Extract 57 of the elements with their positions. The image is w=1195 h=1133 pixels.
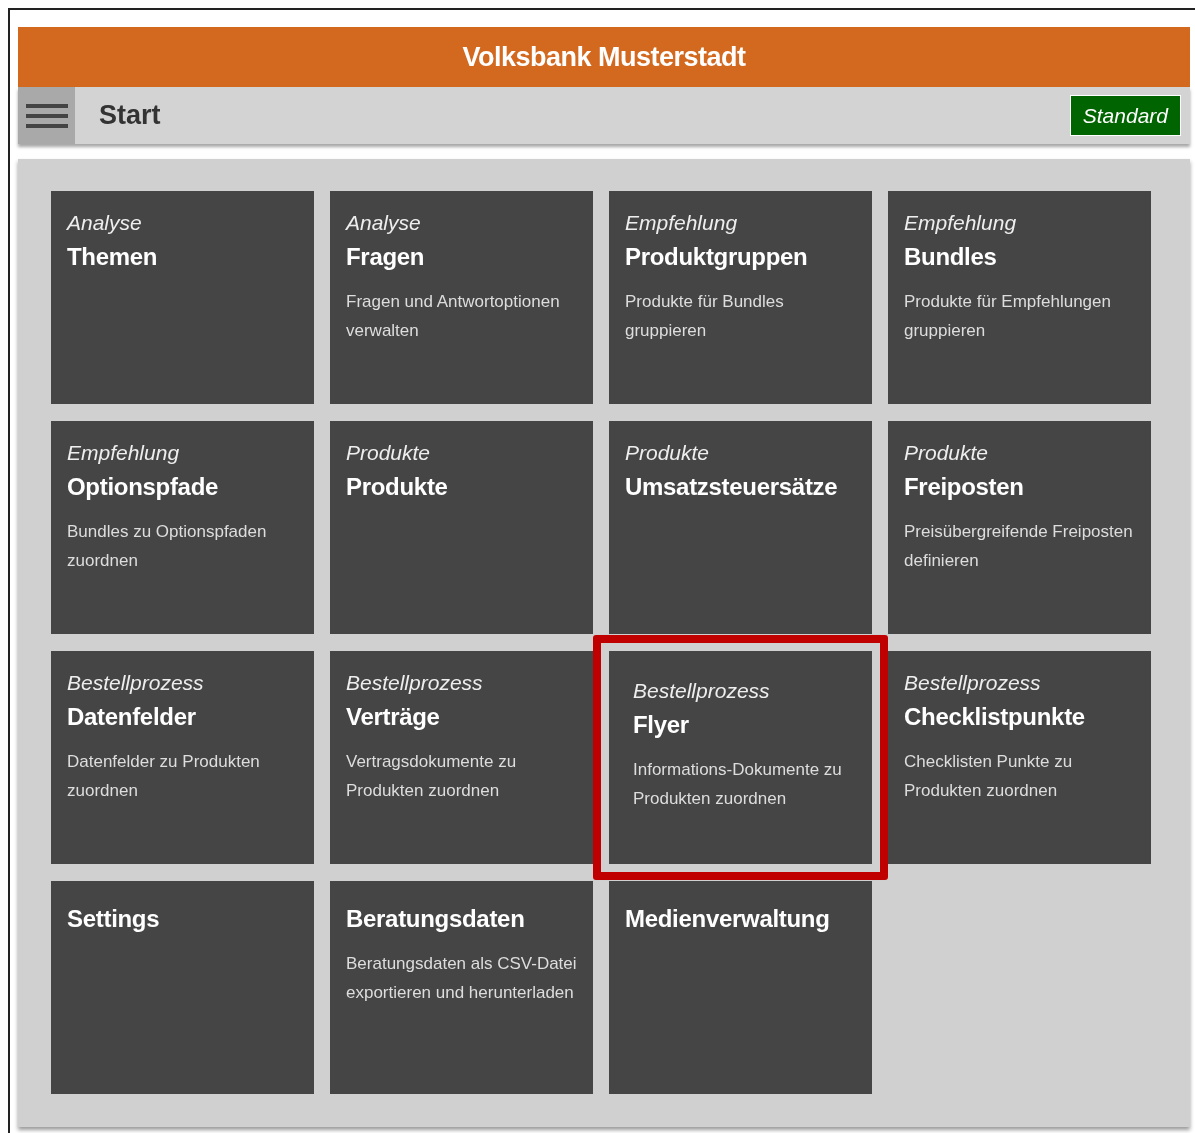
page-title: Start	[99, 99, 161, 133]
tile-title: Bundles	[904, 243, 998, 271]
tile-description: Bundles zu Optionspfaden zuordnen	[67, 521, 268, 572]
tile-title: Settings	[67, 905, 161, 933]
tile-description: Vertragsdokumente zu Produkten zuordnen	[346, 751, 518, 802]
menu-tile[interactable]: Produkte Produkte	[330, 421, 593, 634]
tile-title: Datenfelder	[67, 703, 197, 731]
tile-category: Produkte	[346, 441, 432, 465]
tile-description: Informations-Dokumente zu Produkten zuordnen	[633, 759, 843, 810]
menu-tile[interactable]: Empfehlung Produktgruppen Produkte für Bundles gruppieren	[609, 191, 872, 404]
tile-title: Themen	[67, 243, 159, 271]
menu-tile[interactable]: Analyse Themen	[51, 191, 314, 404]
menu-tile[interactable]: Bestellprozess Flyer Informations-Dokumente zu Produkten zuordnen	[593, 635, 888, 880]
tile-title: Umsatzsteuersätze	[625, 473, 839, 501]
menu-tile[interactable]: Medienverwaltung	[609, 881, 872, 1094]
menu-tile[interactable]: Produkte Umsatzsteuersätze	[609, 421, 872, 634]
tile-description: Checklisten Punkte zu Produkten zuordnen	[904, 751, 1074, 802]
tile-category: Bestellprozess	[904, 671, 1042, 695]
menu-tile[interactable]: Bestellprozess Verträge Vertragsdokumente zu Produkten zuordnen	[330, 651, 593, 864]
tile-title: Fragen	[346, 243, 426, 271]
menu-tile[interactable]: Settings	[51, 881, 314, 1094]
menu-button[interactable]	[18, 87, 75, 144]
tile-description: Produkte für Bundles gruppieren	[625, 291, 785, 342]
tile-title: Medienverwaltung	[625, 905, 831, 933]
tile-title: Beratungsdaten	[346, 905, 526, 933]
tile-description: Preisübergreifende Freiposten definieren	[904, 521, 1134, 572]
tile-title: Checklistpunkte	[904, 703, 1086, 731]
tile-title: Verträge	[346, 703, 441, 731]
tile-category: Analyse	[67, 211, 143, 235]
menu-tile[interactable]: Beratungsdaten Beratungsdaten als CSV-Datei exportieren und herunterladen	[330, 881, 593, 1094]
menu-icon	[25, 102, 68, 129]
tile-category: Analyse	[346, 211, 422, 235]
tile-title: Produkte	[346, 473, 449, 501]
tile-description: Beratungsdaten als CSV-Datei exportieren und herunterladen	[346, 953, 577, 1004]
tile-title: Flyer	[633, 711, 690, 739]
menu-tile[interactable]: Bestellprozess Checklistpunkte Checklisten Punkte zu Produkten zuordnen	[888, 651, 1151, 864]
tile-title: Freiposten	[904, 473, 1025, 501]
tile-category: Empfehlung	[904, 211, 1018, 235]
tile-description: Fragen und Antwortoptionen verwalten	[346, 291, 561, 342]
tile-title: Optionspfade	[67, 473, 220, 501]
menu-tile[interactable]: Empfehlung Optionspfade Bundles zu Optionspfaden zuordnen	[51, 421, 314, 634]
tile-category: Empfehlung	[67, 441, 181, 465]
tile-description: Datenfelder zu Produkten zuordnen	[67, 751, 261, 802]
tile-category: Bestellprozess	[346, 671, 484, 695]
tile-title: Produktgruppen	[625, 243, 809, 271]
mode-badge: Standard	[1069, 94, 1181, 137]
tile-category: Produkte	[625, 441, 711, 465]
tile-category: Bestellprozess	[67, 671, 205, 695]
tile-category: Bestellprozess	[633, 679, 771, 703]
menu-tile[interactable]: Analyse Fragen Fragen und Antwortoptionen verwalten	[330, 191, 593, 404]
menu-tile[interactable]: Produkte Freiposten Preisübergreifende Freiposten definieren	[888, 421, 1151, 634]
tile-category: Produkte	[904, 441, 990, 465]
menu-tile[interactable]: Empfehlung Bundles Produkte für Empfehlungen gruppieren	[888, 191, 1151, 404]
tile-description: Produkte für Empfehlungen gruppieren	[904, 291, 1112, 342]
tile-category: Empfehlung	[625, 211, 739, 235]
app-title: Volksbank Musterstadt	[462, 40, 746, 74]
menu-tile[interactable]: Bestellprozess Datenfelder Datenfelder zu Produkten zuordnen	[51, 651, 314, 864]
